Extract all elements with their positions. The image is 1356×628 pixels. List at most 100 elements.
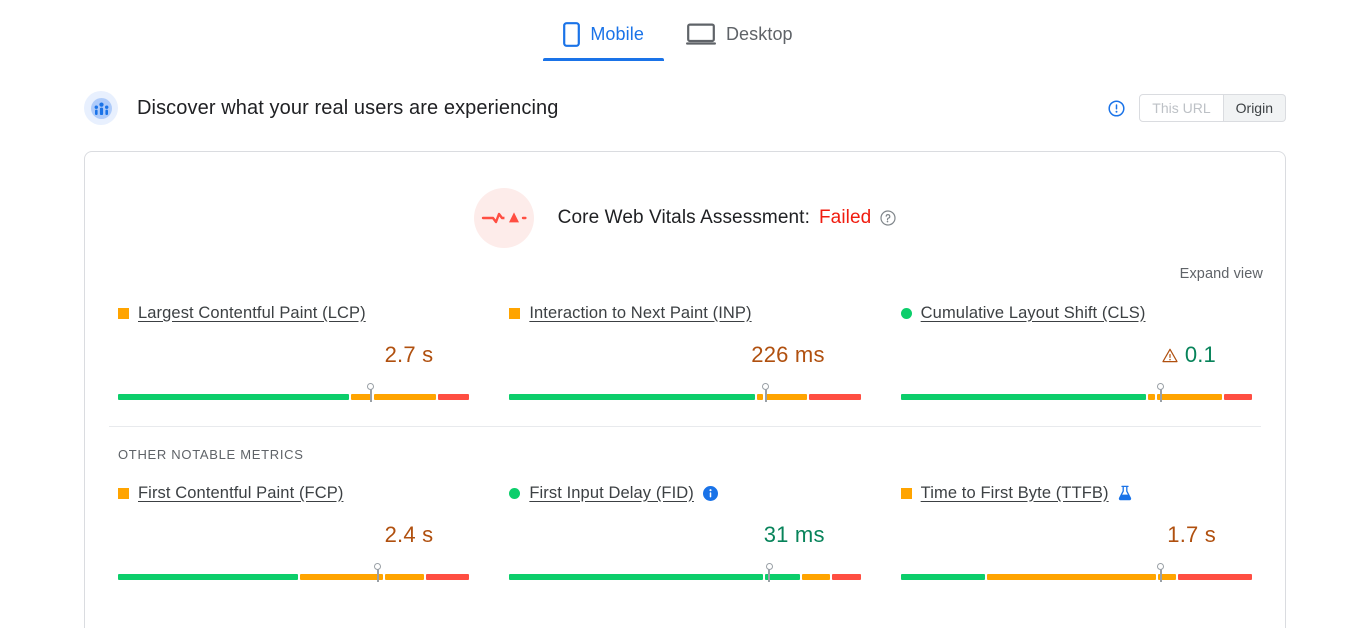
metric-cls-marker <box>1157 383 1165 402</box>
metric-ttfb-marker <box>1157 563 1165 582</box>
section-divider <box>109 426 1261 427</box>
metric-fcp-bar <box>118 562 470 582</box>
metric-fid-header: First Input Delay (FID) <box>509 482 860 504</box>
experimental-flask-icon[interactable] <box>1118 485 1132 501</box>
scope-toggle: This URL Origin <box>1139 94 1286 122</box>
status-badge: Failed <box>818 207 872 228</box>
orange-square-icon <box>509 307 521 319</box>
metric-lcp-value-row: 2.7 s <box>118 338 469 372</box>
bar-segment-poor <box>438 394 470 400</box>
bar-segment-average <box>374 394 437 400</box>
metric-lcp-marker <box>367 383 375 402</box>
metric-fcp-header: First Contentful Paint (FCP) <box>118 482 469 504</box>
metric-lcp-bar <box>118 382 470 402</box>
page-title: Discover what your real users are experi… <box>137 96 559 119</box>
section-header: Discover what your real users are experi… <box>84 87 1286 129</box>
cwv-assessment: Core Web Vitals Assessment: Failed <box>85 188 1285 248</box>
metric-cls-link[interactable]: Cumulative Layout Shift (CLS) <box>921 304 1146 323</box>
metric-cls-bar <box>900 382 1252 402</box>
bar-segment-poor <box>832 574 861 580</box>
cwv-card: Core Web Vitals Assessment: Failed Expan… <box>84 151 1286 628</box>
info-filled-icon[interactable] <box>702 485 718 501</box>
bar-segment-good <box>765 574 801 580</box>
bar-segment-poor <box>426 574 470 580</box>
green-circle-icon <box>900 307 912 319</box>
metric-lcp-link[interactable]: Largest Contentful Paint (LCP) <box>138 304 366 323</box>
metric-ttfb-bar <box>900 562 1252 582</box>
bar-segment-average <box>987 574 1157 580</box>
metric-cls-value-row: 0.1 <box>901 338 1252 372</box>
bar-segment-average <box>1156 394 1223 400</box>
header-controls: This URL Origin <box>1108 94 1286 122</box>
metric-lcp-header: Largest Contentful Paint (LCP) <box>118 302 469 324</box>
metric-fid-bar <box>509 562 861 582</box>
metric-fcp-marker <box>374 563 382 582</box>
device-tabs: Mobile Desktop <box>0 0 1356 61</box>
orange-square-icon <box>118 307 129 319</box>
metric-cls: Cumulative Layout Shift (CLS) 0.1 <box>892 302 1261 402</box>
bar-segment-average <box>1147 394 1155 400</box>
mobile-icon <box>563 22 581 47</box>
bar-segment-average <box>756 394 764 400</box>
metric-fcp-value-row: 2.4 s <box>118 518 469 552</box>
tab-mobile[interactable]: Mobile <box>543 17 664 61</box>
metric-inp-value: 226 ms <box>751 342 825 367</box>
desktop-icon <box>685 22 716 46</box>
metric-lcp: Largest Contentful Paint (LCP) 2.7 s <box>109 302 478 402</box>
tab-desktop[interactable]: Desktop <box>684 17 795 60</box>
assessment-text: Core Web Vitals Assessment: Failed <box>558 207 897 229</box>
other-metrics-label: OTHER NOTABLE METRICS <box>118 447 304 462</box>
bar-segment-good <box>509 574 764 580</box>
core-web-vitals-grid: Largest Contentful Paint (LCP) 2.7 s Int… <box>85 302 1285 402</box>
bar-segment-good <box>118 574 298 580</box>
crux-users-icon <box>84 91 118 125</box>
tab-mobile-label: Mobile <box>590 24 644 44</box>
bar-segment-poor <box>808 394 861 400</box>
metric-fid-marker <box>765 563 773 582</box>
metric-inp-value-row: 226 ms <box>509 338 860 372</box>
metric-ttfb-value-row: 1.7 s <box>901 518 1252 552</box>
bar-segment-good <box>118 394 350 400</box>
bar-segment-average <box>384 574 425 580</box>
metric-ttfb-header: Time to First Byte (TTFB) <box>900 482 1252 504</box>
orange-square-icon <box>900 487 912 499</box>
heartbeat-warning-icon <box>473 188 534 248</box>
metric-fid-link[interactable]: First Input Delay (FID) <box>529 484 694 503</box>
expand-view-link[interactable]: Expand view <box>1180 266 1263 282</box>
metric-fid-value: 31 ms <box>763 522 825 547</box>
other-metrics-grid: First Contentful Paint (FCP) 2.4 s First… <box>85 482 1285 582</box>
bar-segment-average <box>765 394 807 400</box>
bar-segment-good <box>900 574 986 580</box>
metric-ttfb: Time to First Byte (TTFB) 1.7 s <box>892 482 1261 582</box>
metric-fid: First Input Delay (FID) 31 ms <box>500 482 869 582</box>
metric-inp-link[interactable]: Interaction to Next Paint (INP) <box>529 304 751 323</box>
metric-inp-marker <box>762 383 770 402</box>
bar-segment-poor <box>1178 574 1252 580</box>
warning-triangle-icon[interactable] <box>1162 348 1178 363</box>
metric-lcp-value: 2.7 s <box>384 342 434 367</box>
metric-inp: Interaction to Next Paint (INP) 226 ms <box>500 302 869 402</box>
bar-segment-good <box>900 394 1146 400</box>
scope-this-url-button[interactable]: This URL <box>1139 94 1224 122</box>
bar-segment-poor <box>1224 394 1252 400</box>
metric-cls-value: 0.1 <box>1184 342 1216 367</box>
assessment-label: Core Web Vitals Assessment: <box>557 207 810 228</box>
orange-square-icon <box>118 487 129 499</box>
help-circle-icon[interactable] <box>880 210 896 226</box>
metric-ttfb-link[interactable]: Time to First Byte (TTFB) <box>921 484 1109 503</box>
bar-segment-average <box>802 574 831 580</box>
metric-fcp-link[interactable]: First Contentful Paint (FCP) <box>138 484 343 503</box>
metric-cls-header: Cumulative Layout Shift (CLS) <box>900 302 1252 324</box>
metric-fid-value-row: 31 ms <box>509 518 860 552</box>
bar-segment-average <box>299 574 383 580</box>
scope-origin-button[interactable]: Origin <box>1223 94 1286 122</box>
metric-inp-header: Interaction to Next Paint (INP) <box>509 302 860 324</box>
expand-row: Expand view <box>85 266 1285 282</box>
bar-segment-good <box>509 394 755 400</box>
info-exclamation-icon[interactable] <box>1108 99 1125 117</box>
metric-ttfb-value: 1.7 s <box>1167 522 1216 547</box>
tab-desktop-label: Desktop <box>725 23 793 44</box>
metric-fcp-value: 2.4 s <box>384 522 434 547</box>
metric-inp-bar <box>509 382 861 402</box>
metric-fcp: First Contentful Paint (FCP) 2.4 s <box>109 482 478 582</box>
